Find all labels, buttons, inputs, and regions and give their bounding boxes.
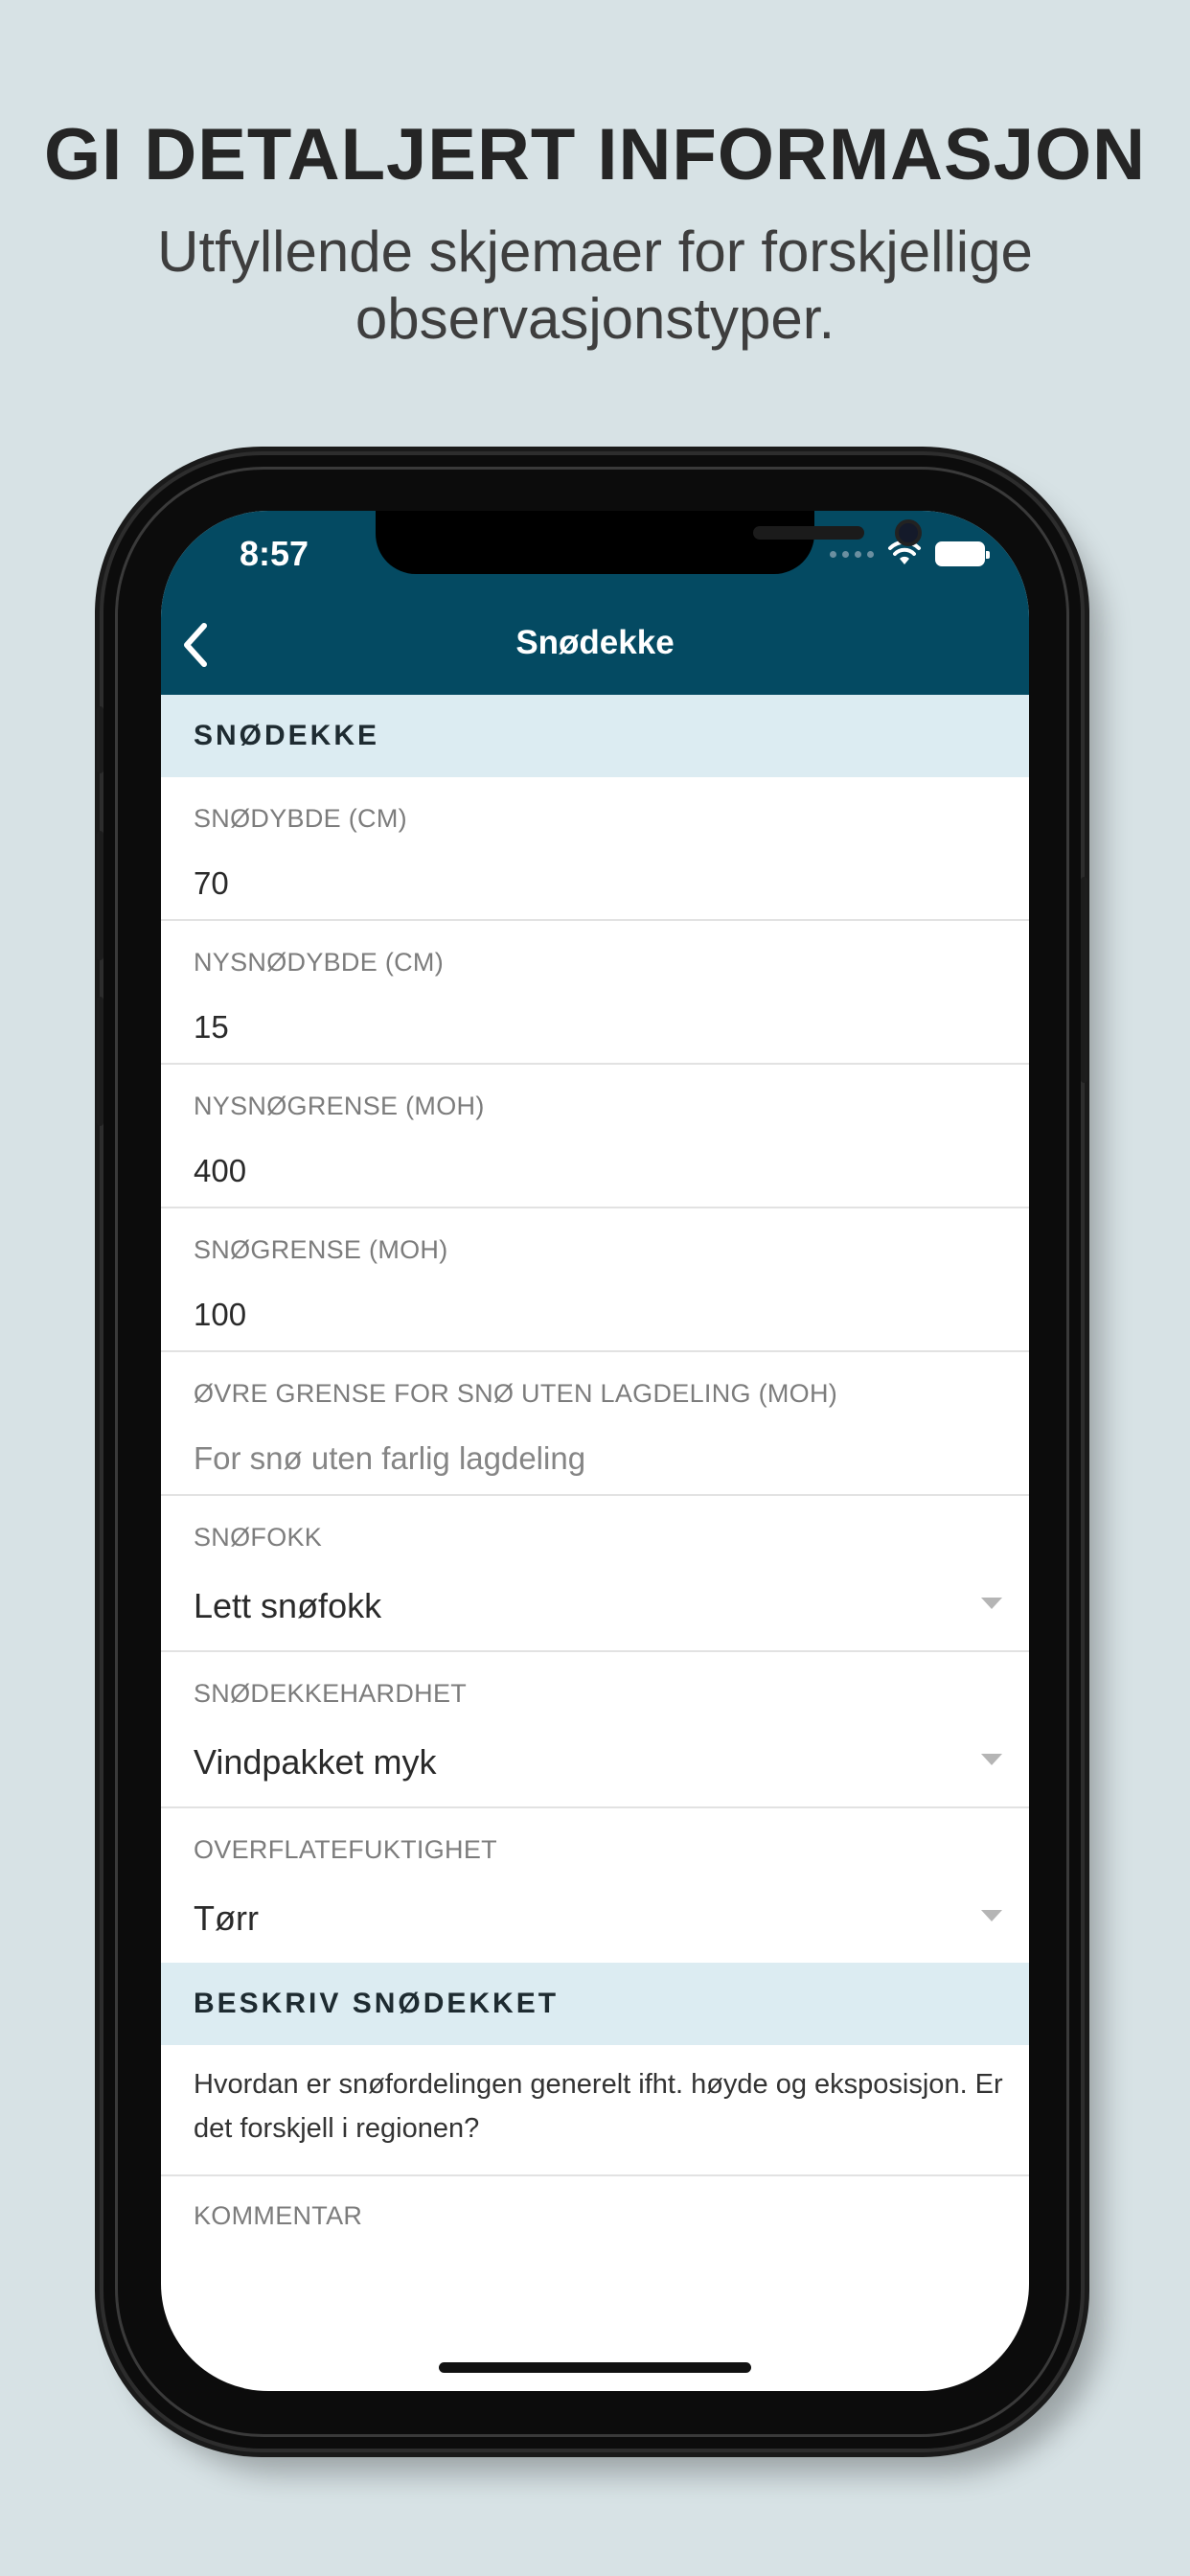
- home-indicator[interactable]: [439, 2362, 751, 2373]
- screen: 8:57 Snødekke SNØDEKKE SNØDYBDE (CM) 70 …: [161, 511, 1029, 2391]
- field-label: SNØGRENSE (MOH): [194, 1235, 448, 1264]
- signal-dots-icon: [830, 550, 874, 558]
- volume-up-button: [97, 831, 103, 960]
- mute-switch: [97, 706, 103, 773]
- hardness-select[interactable]: SNØDEKKEHARDHET Vindpakket myk: [161, 1652, 1029, 1808]
- snow-drift-select[interactable]: SNØFOKK Lett snøfokk: [161, 1496, 1029, 1652]
- new-snow-line-field[interactable]: NYSNØGRENSE (MOH) 400: [161, 1065, 1029, 1208]
- field-label: SNØDYBDE (CM): [194, 804, 407, 833]
- field-label: NYSNØDYBDE (CM): [194, 948, 445, 977]
- describe-hint: Hvordan er snøfordelingen generelt ifht.…: [161, 2045, 1029, 2176]
- speaker-grille: [753, 526, 864, 540]
- comment-field[interactable]: KOMMENTAR: [161, 2176, 1029, 2368]
- new-snow-depth-field[interactable]: NYSNØDYBDE (CM) 15: [161, 921, 1029, 1065]
- section-header-describe: BESKRIV SNØDEKKET: [161, 1963, 1029, 2045]
- field-label: SNØFOKK: [194, 1523, 323, 1552]
- notch: [376, 511, 922, 574]
- surface-moisture-value[interactable]: Tørr: [194, 1898, 259, 1939]
- field-label: NYSNØGRENSE (MOH): [194, 1092, 485, 1120]
- field-label: SNØDEKKEHARDHET: [194, 1679, 468, 1708]
- battery-icon: [935, 541, 990, 566]
- power-button: [1081, 877, 1087, 1083]
- snow-drift-value[interactable]: Lett snøfokk: [194, 1586, 381, 1626]
- volume-down-button: [97, 997, 103, 1126]
- section-header-snowcover: SNØDEKKE: [161, 695, 1029, 777]
- caret-down-icon[interactable]: [981, 1598, 1002, 1609]
- caret-down-icon[interactable]: [981, 1754, 1002, 1765]
- phone-frame: 8:57 Snødekke SNØDEKKE SNØDYBDE (CM) 70 …: [97, 455, 1087, 2449]
- status-time: 8:57: [240, 534, 309, 573]
- upper-limit-input[interactable]: For snø uten farlig lagdeling: [194, 1440, 585, 1477]
- describe-hint-text: Hvordan er snøfordelingen generelt ifht.…: [194, 2069, 1003, 2144]
- caret-down-icon[interactable]: [981, 1910, 1002, 1921]
- front-camera: [895, 519, 922, 546]
- field-label: ØVRE GRENSE FOR SNØ UTEN LAGDELING (MOH): [194, 1379, 838, 1408]
- snow-line-input[interactable]: 100: [194, 1297, 246, 1333]
- promo-subline: Utfyllende skjemaer for forskjellige obs…: [157, 219, 1033, 351]
- nav-title: Snødekke: [515, 624, 675, 661]
- upper-limit-field[interactable]: ØVRE GRENSE FOR SNØ UTEN LAGDELING (MOH)…: [161, 1352, 1029, 1496]
- new-snow-depth-input[interactable]: 15: [194, 1009, 229, 1046]
- hardness-value[interactable]: Vindpakket myk: [194, 1742, 436, 1782]
- snow-depth-field[interactable]: SNØDYBDE (CM) 70: [161, 777, 1029, 921]
- promo-headline: GI DETALJERT INFORMASJON: [44, 114, 1146, 196]
- snow-depth-input[interactable]: 70: [194, 865, 229, 902]
- surface-moisture-select[interactable]: OVERFLATEFUKTIGHET Tørr: [161, 1808, 1029, 1966]
- app-bar: 8:57 Snødekke: [161, 511, 1029, 695]
- field-label: OVERFLATEFUKTIGHET: [194, 1835, 497, 1864]
- snow-line-field[interactable]: SNØGRENSE (MOH) 100: [161, 1208, 1029, 1352]
- field-label: KOMMENTAR: [194, 2201, 363, 2230]
- new-snow-line-input[interactable]: 400: [194, 1153, 246, 1189]
